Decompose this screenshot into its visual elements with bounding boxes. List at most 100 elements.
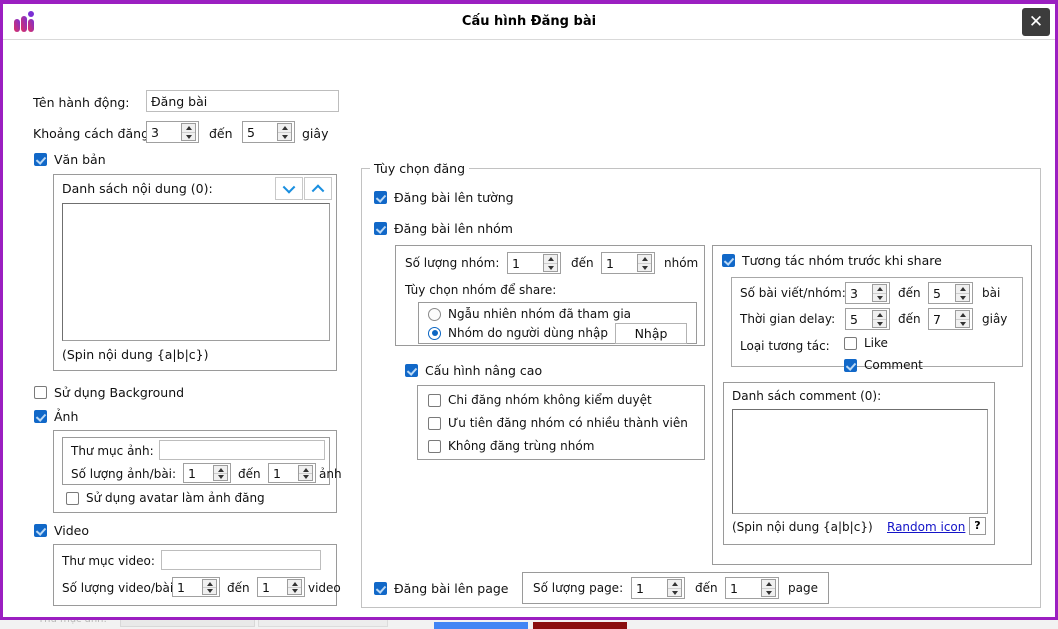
comment-checkbox[interactable]: Comment xyxy=(844,358,923,372)
help-icon[interactable]: ? xyxy=(969,517,986,535)
posts-from-stepper[interactable]: 3 xyxy=(845,282,890,304)
post-to-wall-checkbox[interactable]: Đăng bài lên tường xyxy=(374,190,514,205)
image-section-checkbox[interactable]: Ảnh xyxy=(34,409,78,424)
image-folder-input[interactable] xyxy=(159,440,325,460)
checkbox-indicator[interactable] xyxy=(34,524,47,537)
spin-up-button[interactable] xyxy=(278,124,291,132)
import-groups-button[interactable]: Nhập xyxy=(615,323,687,344)
spin-up-button[interactable] xyxy=(288,580,301,587)
group-count-from-stepper[interactable]: 1 xyxy=(507,252,561,274)
spin-up-button[interactable] xyxy=(299,466,312,473)
action-name-input[interactable] xyxy=(146,90,339,112)
advanced-option-2[interactable]: Không đăng trùng nhóm xyxy=(428,439,594,453)
checkbox-indicator[interactable] xyxy=(374,582,387,595)
spin-down-button[interactable] xyxy=(182,132,195,140)
page-count-to-stepper[interactable]: 1 xyxy=(725,577,779,599)
image-count-to-spin-buttons[interactable] xyxy=(298,465,313,481)
posts-from-spin-buttons[interactable] xyxy=(872,284,887,302)
group-count-to-stepper[interactable]: 1 xyxy=(601,252,655,274)
delay-from-stepper[interactable]: 5 xyxy=(845,308,890,330)
spin-up-button[interactable] xyxy=(214,466,227,473)
checkbox-indicator[interactable] xyxy=(374,222,387,235)
image-count-to-stepper[interactable]: 1 xyxy=(268,463,316,483)
interval-from-spin-buttons[interactable] xyxy=(181,123,196,141)
spin-down-button[interactable] xyxy=(544,263,557,271)
radio-random-group[interactable]: Ngẫu nhiên nhóm đã tham gia xyxy=(428,307,631,321)
checkbox-indicator[interactable] xyxy=(66,492,79,505)
spin-up-button[interactable] xyxy=(956,285,969,293)
video-count-from-spin-buttons[interactable] xyxy=(202,579,217,595)
interval-from-stepper[interactable]: 3 xyxy=(146,121,199,143)
spin-up-button[interactable] xyxy=(638,255,651,263)
comment-listbox[interactable] xyxy=(732,409,988,514)
interval-to-spin-buttons[interactable] xyxy=(277,123,292,141)
radio-indicator[interactable] xyxy=(428,308,441,321)
video-count-to-spin-buttons[interactable] xyxy=(287,579,302,595)
close-button[interactable]: Đóng xyxy=(533,622,627,629)
image-count-from-spin-buttons[interactable] xyxy=(213,465,228,481)
spin-up-button[interactable] xyxy=(762,580,775,588)
image-count-from-stepper[interactable]: 1 xyxy=(183,463,231,483)
radio-manual-group[interactable]: Nhóm do người dùng nhập xyxy=(428,326,608,340)
spin-up-button[interactable] xyxy=(182,124,195,132)
radio-indicator[interactable] xyxy=(428,327,441,340)
checkbox-indicator[interactable] xyxy=(405,364,418,377)
spin-up-button[interactable] xyxy=(956,311,969,319)
advanced-option-1[interactable]: Ưu tiên đăng nhóm có nhiều thành viên xyxy=(428,416,688,430)
spin-up-button[interactable] xyxy=(668,580,681,588)
spin-up-button[interactable] xyxy=(873,285,886,293)
chevron-up-icon[interactable] xyxy=(304,177,332,200)
checkbox-indicator[interactable] xyxy=(844,337,857,350)
checkbox-indicator[interactable] xyxy=(428,417,441,430)
checkbox-indicator[interactable] xyxy=(34,386,47,399)
content-listbox[interactable] xyxy=(62,203,330,341)
spin-up-button[interactable] xyxy=(203,580,216,587)
video-count-to-stepper[interactable]: 1 xyxy=(257,577,305,597)
group-count-from-spin-buttons[interactable] xyxy=(543,254,558,272)
spin-down-button[interactable] xyxy=(762,588,775,596)
delay-from-spin-buttons[interactable] xyxy=(872,310,887,328)
spin-down-button[interactable] xyxy=(668,588,681,596)
interval-to-stepper[interactable]: 5 xyxy=(242,121,295,143)
spin-up-button[interactable] xyxy=(544,255,557,263)
spin-down-button[interactable] xyxy=(203,587,216,594)
posts-to-stepper[interactable]: 5 xyxy=(928,282,973,304)
spin-down-button[interactable] xyxy=(214,473,227,480)
text-section-checkbox[interactable]: Văn bản xyxy=(34,152,106,167)
spin-up-button[interactable] xyxy=(873,311,886,319)
spin-down-button[interactable] xyxy=(278,132,291,140)
advanced-option-0[interactable]: Chi đăng nhóm không kiểm duyệt xyxy=(428,393,652,407)
post-to-group-checkbox[interactable]: Đăng bài lên nhóm xyxy=(374,221,513,236)
group-count-to-spin-buttons[interactable] xyxy=(637,254,652,272)
spin-down-button[interactable] xyxy=(956,293,969,301)
checkbox-indicator[interactable] xyxy=(34,410,47,423)
post-to-page-checkbox[interactable]: Đăng bài lên page xyxy=(374,581,509,596)
page-count-to-spin-buttons[interactable] xyxy=(761,579,776,597)
page-count-from-stepper[interactable]: 1 xyxy=(631,577,685,599)
advanced-config-checkbox[interactable]: Cấu hình nâng cao xyxy=(405,363,542,378)
checkbox-indicator[interactable] xyxy=(34,153,47,166)
spin-down-button[interactable] xyxy=(638,263,651,271)
like-checkbox[interactable]: Like xyxy=(844,336,888,350)
page-count-from-spin-buttons[interactable] xyxy=(667,579,682,597)
video-count-from-stepper[interactable]: 1 xyxy=(172,577,220,597)
spin-down-button[interactable] xyxy=(956,319,969,327)
chevron-down-icon[interactable] xyxy=(275,177,303,200)
use-avatar-checkbox[interactable]: Sử dụng avatar làm ảnh đăng xyxy=(66,491,265,505)
spin-down-button[interactable] xyxy=(873,293,886,301)
checkbox-indicator[interactable] xyxy=(844,359,857,372)
video-section-checkbox[interactable]: Video xyxy=(34,523,89,538)
background-section-checkbox[interactable]: Sử dụng Background xyxy=(34,385,184,400)
checkbox-indicator[interactable] xyxy=(374,191,387,204)
posts-to-spin-buttons[interactable] xyxy=(955,284,970,302)
video-folder-input[interactable] xyxy=(161,550,321,570)
spin-down-button[interactable] xyxy=(288,587,301,594)
add-button[interactable]: Thêm xyxy=(434,622,528,629)
spin-down-button[interactable] xyxy=(873,319,886,327)
interaction-checkbox[interactable]: Tương tác nhóm trước khi share xyxy=(722,253,942,268)
spin-down-button[interactable] xyxy=(299,473,312,480)
checkbox-indicator[interactable] xyxy=(722,254,735,267)
delay-to-spin-buttons[interactable] xyxy=(955,310,970,328)
delay-to-stepper[interactable]: 7 xyxy=(928,308,973,330)
checkbox-indicator[interactable] xyxy=(428,440,441,453)
